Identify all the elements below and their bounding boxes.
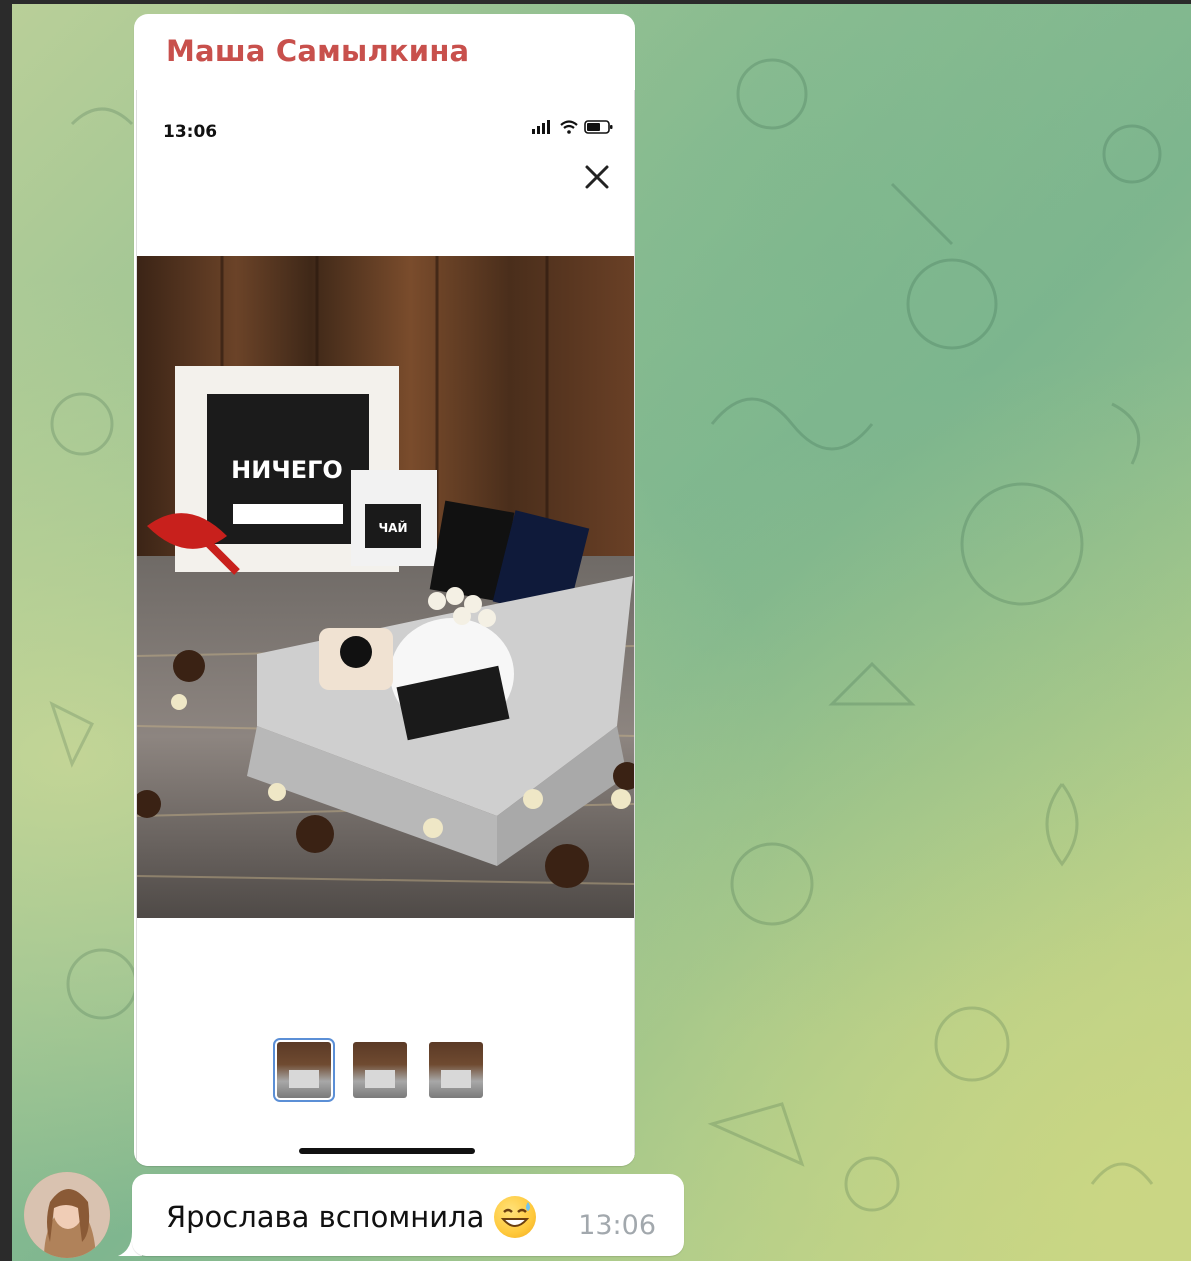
home-indicator [299,1148,475,1154]
thumbnail-2[interactable] [353,1042,407,1098]
shared-screenshot[interactable]: 13:06 НИЧЕГО ЧАЙ [136,90,635,1166]
status-bar-icons [532,120,614,134]
wifi-icon [560,120,578,134]
message-text-row: Ярослава вспомнила [166,1196,537,1238]
close-icon [585,165,609,189]
battery-icon [584,120,613,134]
signal-icon [532,120,550,134]
close-button[interactable] [582,162,612,192]
product-label-tea: ЧАЙ [378,520,407,535]
product-photo[interactable]: НИЧЕГО ЧАЙ [137,256,634,918]
photo-message-bubble[interactable]: Маша Самылкина 13:06 НИЧЕГО ЧАЙ [134,14,635,1166]
message-time: 13:06 [578,1210,656,1241]
sender-name[interactable]: Маша Самылкина [166,34,469,68]
grinning-sweat-emoji-icon [494,1196,537,1238]
product-label-main: НИЧЕГО [231,456,343,484]
thumbnail-3[interactable] [429,1042,483,1098]
avatar[interactable] [24,1172,110,1258]
gift-box-photo: НИЧЕГО ЧАЙ [137,256,634,918]
avatar-photo [24,1172,110,1258]
thumbnail-strip [273,1038,483,1102]
message-text: Ярослава вспомнила [166,1200,485,1234]
status-bar-time: 13:06 [163,122,218,142]
thumbnail-1[interactable] [273,1038,335,1102]
text-message-bubble[interactable]: Ярослава вспомнила 13:06 [132,1174,684,1256]
